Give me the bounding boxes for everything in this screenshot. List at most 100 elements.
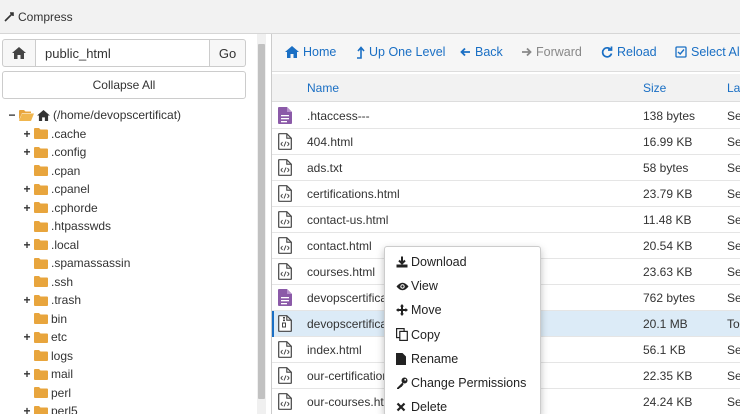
tree-node[interactable]: + .cache: [22, 125, 86, 143]
context-menu-item[interactable]: Change Permissions: [385, 371, 540, 395]
folder-icon: [34, 202, 48, 213]
home-button[interactable]: Home: [285, 45, 336, 59]
table-row[interactable]: certifications.html23.79 KBSe: [272, 181, 740, 207]
tree-node-label: .htpasswds: [51, 219, 112, 233]
go-button[interactable]: Go: [210, 39, 246, 67]
compress-label: Compress: [18, 10, 73, 24]
reload-button[interactable]: Reload: [601, 45, 657, 59]
code-file-icon: [278, 263, 292, 280]
tree-node[interactable]: + .cphorde: [22, 199, 97, 217]
file-size: 762 bytes: [643, 291, 696, 305]
tree-node[interactable]: + mail: [22, 365, 73, 383]
file-size: 23.79 KB: [643, 187, 693, 201]
context-menu-item[interactable]: Copy: [385, 323, 540, 347]
file-size: 138 bytes: [643, 109, 696, 123]
expand-toggle[interactable]: +: [22, 239, 32, 251]
folder-icon: [34, 146, 48, 158]
table-row[interactable]: .htaccess---138 bytesSe: [272, 103, 740, 129]
forward-label: Forward: [536, 45, 582, 59]
arrow-left-icon: [460, 47, 470, 57]
folder-icon: [34, 257, 48, 269]
tree-node[interactable]: + perl5: [22, 402, 78, 414]
tree-node[interactable]: .spamassassin: [22, 254, 130, 272]
expand-toggle[interactable]: +: [22, 128, 32, 140]
compress-icon: [4, 12, 14, 22]
delete-x-icon: [396, 402, 411, 412]
table-row[interactable]: contact-us.html11.48 KBSe: [272, 207, 740, 233]
context-menu-label: Delete: [411, 400, 448, 414]
tree-node[interactable]: bin: [22, 310, 67, 328]
file-name: index.html: [307, 343, 362, 357]
file-name: 404.html: [307, 135, 354, 149]
file-purple-icon: [278, 289, 292, 306]
eye-icon: [396, 282, 411, 291]
tree-node[interactable]: + .config: [22, 143, 86, 161]
context-menu-label: Change Permissions: [411, 376, 527, 390]
reload-label: Reload: [617, 45, 657, 59]
left-scrollbar[interactable]: [257, 34, 266, 414]
context-menu-label: Rename: [411, 351, 459, 366]
tree-node-label: .ssh: [51, 274, 74, 289]
tree-node[interactable]: + .cpanel: [22, 180, 90, 198]
tree-node-label: .cpan: [51, 163, 81, 178]
select-all-button[interactable]: Select All: [675, 45, 740, 59]
arrow-right-icon: [522, 47, 532, 57]
file-size: 22.35 KB: [643, 369, 693, 383]
expand-toggle[interactable]: +: [22, 202, 32, 214]
table-row[interactable]: ads.txt58 bytesSe: [272, 155, 740, 181]
context-menu-item[interactable]: View: [385, 274, 540, 298]
collapse-toggle[interactable]: −: [7, 109, 17, 121]
column-name-header[interactable]: Name: [307, 81, 339, 95]
context-menu-item[interactable]: Move: [385, 298, 540, 322]
tree-node[interactable]: + .local: [22, 236, 79, 254]
expand-toggle[interactable]: +: [22, 368, 32, 380]
file-name: contact-us.html: [307, 213, 389, 227]
expand-toggle[interactable]: +: [22, 331, 32, 343]
table-row[interactable]: 404.html16.99 KBSe: [272, 129, 740, 155]
right-scrollbar[interactable]: [734, 34, 740, 414]
expand-toggle[interactable]: +: [22, 405, 32, 414]
tree-node-label: .cpanel: [51, 182, 90, 196]
tree-node[interactable]: .htpasswds: [22, 217, 111, 235]
reload-icon: [601, 46, 613, 58]
expand-toggle[interactable]: +: [22, 183, 32, 195]
tree-node[interactable]: logs: [22, 347, 73, 365]
home-path-button[interactable]: [2, 39, 36, 67]
context-menu-item[interactable]: Rename: [385, 347, 540, 371]
left-scrollbar-thumb[interactable]: [258, 44, 265, 399]
compress-button[interactable]: Compress: [4, 10, 73, 24]
home-icon: [37, 109, 50, 121]
text-file-icon: [278, 159, 292, 176]
tree-node[interactable]: + etc: [22, 328, 67, 346]
tree-node-label: .config: [51, 145, 87, 159]
folder-icon: [34, 220, 48, 232]
table-header: Name Size La: [272, 74, 740, 102]
back-label: Back: [475, 45, 503, 59]
tree-node[interactable]: .ssh: [22, 273, 73, 291]
select-all-label: Select All: [691, 45, 740, 59]
tree-node-label: etc: [51, 330, 68, 344]
tree-node[interactable]: + .trash: [22, 291, 81, 309]
tree-node[interactable]: .cpan: [22, 162, 80, 180]
tree-node[interactable]: perl: [22, 384, 71, 402]
folder-icon: [34, 183, 48, 195]
file-purple-icon: [278, 107, 292, 124]
up-one-level-button[interactable]: Up One Level: [356, 45, 445, 59]
selection-indicator: [272, 311, 274, 337]
back-button[interactable]: Back: [460, 45, 503, 59]
collapse-all-button[interactable]: Collapse All: [2, 71, 246, 99]
archive-file-icon: [278, 315, 292, 332]
path-input[interactable]: [36, 39, 210, 67]
file-name: contact.html: [307, 239, 372, 253]
checkbox-icon: [675, 46, 687, 58]
expand-toggle[interactable]: +: [22, 146, 32, 158]
file-size: 56.1 KB: [643, 343, 686, 357]
expand-toggle[interactable]: +: [22, 294, 32, 306]
tree-node-label: perl: [51, 385, 72, 400]
context-menu-item[interactable]: Delete: [385, 395, 540, 414]
context-menu-item[interactable]: Download: [385, 250, 540, 274]
forward-button[interactable]: Forward: [521, 45, 582, 59]
column-size-header[interactable]: Size: [643, 81, 666, 95]
context-menu-label: Move: [411, 303, 442, 318]
tree-node[interactable]: − (/home/devopscertificat): [7, 106, 181, 124]
